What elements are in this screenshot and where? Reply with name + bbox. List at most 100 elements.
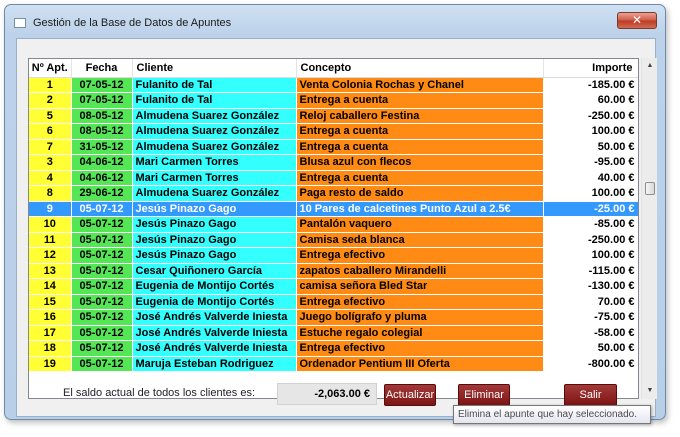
cell-fecha: 05-07-12 <box>71 294 133 310</box>
cell-num: 3 <box>29 154 72 171</box>
cell-fecha: 05-07-12 <box>71 216 133 233</box>
table-header: Nº Apt. Fecha Cliente Concepto Importe <box>29 59 638 78</box>
cell-num: 16 <box>29 309 72 326</box>
cell-importe: -85.00 € <box>543 216 638 233</box>
cell-fecha: 08-05-12 <box>71 123 133 140</box>
column-header-fecha[interactable]: Fecha <box>71 59 133 78</box>
table-row[interactable]: 10 05-07-12 Jesús Pinazo Gago Pantalón vaqu… <box>29 216 638 233</box>
vertical-scrollbar[interactable]: ▲ ▼ <box>641 58 657 399</box>
cell-cliente: Almudena Suarez González <box>132 185 297 202</box>
cell-cliente: José Andrés Valverde Iniesta <box>132 309 297 326</box>
table-row[interactable]: 13 05-07-12 Cesar Quiñonero García zapatos … <box>29 263 638 279</box>
cell-concepto: Entrega a cuenta <box>296 139 544 155</box>
cell-cliente: Almudena Suarez González <box>132 139 297 155</box>
table-row[interactable]: 11 05-07-12 Jesús Pinazo Gago Camisa seda b… <box>29 232 638 248</box>
cell-importe: 70.00 € <box>543 294 638 310</box>
cell-fecha: 07-05-12 <box>71 77 133 93</box>
cell-importe: -25.00 € <box>543 201 638 217</box>
scroll-down-arrow-icon[interactable]: ▼ <box>642 383 658 399</box>
cell-cliente: Jesús Pinazo Gago <box>132 232 297 248</box>
cell-num: 8 <box>29 185 72 202</box>
table-row[interactable]: 17 05-07-12 José Andrés Valverde Iniesta Es… <box>29 325 638 341</box>
table-row[interactable]: 15 05-07-12 Eugenia de Montijo Cortés Entre… <box>29 294 638 310</box>
cell-importe: 100.00 € <box>543 185 638 202</box>
cell-concepto: Blusa azul con flecos <box>296 154 544 171</box>
cell-num: 18 <box>29 340 72 357</box>
cell-fecha: 04-06-12 <box>71 154 133 171</box>
table-row[interactable]: 7 31-05-12 Almudena Suarez González Entrega… <box>29 139 638 155</box>
table-row[interactable]: 4 04-06-12 Mari Carmen Torres Entrega a cue… <box>29 170 638 186</box>
column-header-cliente[interactable]: Cliente <box>132 59 297 78</box>
eliminar-button[interactable]: Eliminar <box>458 384 510 406</box>
cell-fecha: 07-05-12 <box>71 92 133 109</box>
cell-fecha: 29-06-12 <box>71 185 133 202</box>
cell-importe: -130.00 € <box>543 278 638 295</box>
scroll-thumb[interactable] <box>645 182 655 195</box>
cell-concepto: Ordenador Pentium III Oferta <box>296 356 544 372</box>
cell-importe: 60.00 € <box>543 92 638 109</box>
cell-importe: 50.00 € <box>543 340 638 357</box>
cell-concepto: Entrega a cuenta <box>296 92 544 109</box>
cell-num: 15 <box>29 294 72 310</box>
cell-num: 9 <box>29 201 72 217</box>
column-header-concepto[interactable]: Concepto <box>296 59 544 78</box>
cell-cliente: Jesús Pinazo Gago <box>132 216 297 233</box>
cell-concepto: Entrega efectivo <box>296 294 544 310</box>
salir-button[interactable]: Salir <box>564 384 617 406</box>
column-header-num[interactable]: Nº Apt. <box>29 59 72 78</box>
table-row[interactable]: 1 07-05-12 Fulanito de Tal Venta Colonia Ro… <box>29 77 638 93</box>
saldo-label: El saldo actual de todos los clientes es… <box>63 387 256 399</box>
cell-num: 10 <box>29 216 72 233</box>
cell-fecha: 04-06-12 <box>71 170 133 186</box>
cell-fecha: 31-05-12 <box>71 139 133 155</box>
cell-cliente: Eugenia de Montijo Cortés <box>132 294 297 310</box>
cell-concepto: Estuche regalo colegial <box>296 325 544 341</box>
actualizar-button[interactable]: Actualizar <box>384 384 436 406</box>
table-row[interactable]: 6 08-05-12 Almudena Suarez González Entrega… <box>29 123 638 140</box>
app-window: Gestión de la Base de Datos de Apuntes ✕… <box>4 4 666 420</box>
cell-cliente: José Andrés Valverde Iniesta <box>132 325 297 341</box>
cell-fecha: 05-07-12 <box>71 201 133 217</box>
cell-concepto: 10 Pares de calcetines Punto Azul a 2.5€ <box>296 201 544 217</box>
title-bar[interactable]: Gestión de la Base de Datos de Apuntes ✕ <box>5 5 665 35</box>
cell-concepto: Entrega efectivo <box>296 340 544 357</box>
cell-importe: -250.00 € <box>543 108 638 124</box>
table-row[interactable]: 16 05-07-12 José Andrés Valverde Iniesta Ju… <box>29 309 638 326</box>
table-row[interactable]: 12 05-07-12 Jesús Pinazo Gago Entrega efect… <box>29 247 638 264</box>
table-row[interactable]: 8 29-06-12 Almudena Suarez González Paga re… <box>29 185 638 202</box>
cell-cliente: Maruja Esteban Rodriguez <box>132 356 297 372</box>
cell-num: 19 <box>29 356 72 372</box>
cell-cliente: Eugenia de Montijo Cortés <box>132 278 297 295</box>
column-header-importe[interactable]: Importe <box>543 59 638 78</box>
table-row[interactable]: 14 05-07-12 Eugenia de Montijo Cortés camis… <box>29 278 638 295</box>
cell-fecha: 05-07-12 <box>71 278 133 295</box>
cell-concepto: camisa señora Bled Star <box>296 278 544 295</box>
cell-num: 2 <box>29 92 72 109</box>
window-icon <box>14 18 26 28</box>
table-row[interactable]: 5 08-05-12 Almudena Suarez González Reloj c… <box>29 108 638 124</box>
client-area: Nº Apt. Fecha Cliente Concepto Importe 1… <box>16 38 657 417</box>
cell-concepto: Reloj caballero Festina <box>296 108 544 124</box>
table-row[interactable]: 19 05-07-12 Maruja Esteban Rodriguez Ordena… <box>29 356 638 372</box>
scroll-up-arrow-icon[interactable]: ▲ <box>642 58 658 74</box>
cell-num: 13 <box>29 263 72 279</box>
cell-cliente: Jesús Pinazo Gago <box>132 201 297 217</box>
saldo-value: -2,063.00 € <box>277 383 377 405</box>
cell-num: 4 <box>29 170 72 186</box>
table-row[interactable]: 3 04-06-12 Mari Carmen Torres Blusa azul co… <box>29 154 638 171</box>
cell-concepto: Entrega a cuenta <box>296 170 544 186</box>
cell-fecha: 05-07-12 <box>71 247 133 264</box>
cell-concepto: Entrega efectivo <box>296 247 544 264</box>
cell-cliente: Jesús Pinazo Gago <box>132 247 297 264</box>
apuntes-grid[interactable]: Nº Apt. Fecha Cliente Concepto Importe 1… <box>28 58 639 399</box>
cell-concepto: zapatos caballero Mirandelli <box>296 263 544 279</box>
table-row[interactable]: 2 07-05-12 Fulanito de Tal Entrega a cuenta… <box>29 92 638 109</box>
table-row[interactable]: 18 05-07-12 José Andrés Valverde Iniesta En… <box>29 340 638 357</box>
cell-concepto: Paga resto de saldo <box>296 185 544 202</box>
close-button[interactable]: ✕ <box>617 12 657 29</box>
table-row[interactable]: 9 05-07-12 Jesús Pinazo Gago 10 Pares de ca… <box>29 201 638 217</box>
cell-concepto: Pantalón vaquero <box>296 216 544 233</box>
cell-concepto: Entrega a cuenta <box>296 123 544 140</box>
cell-fecha: 05-07-12 <box>71 356 133 372</box>
cell-cliente: Fulanito de Tal <box>132 92 297 109</box>
